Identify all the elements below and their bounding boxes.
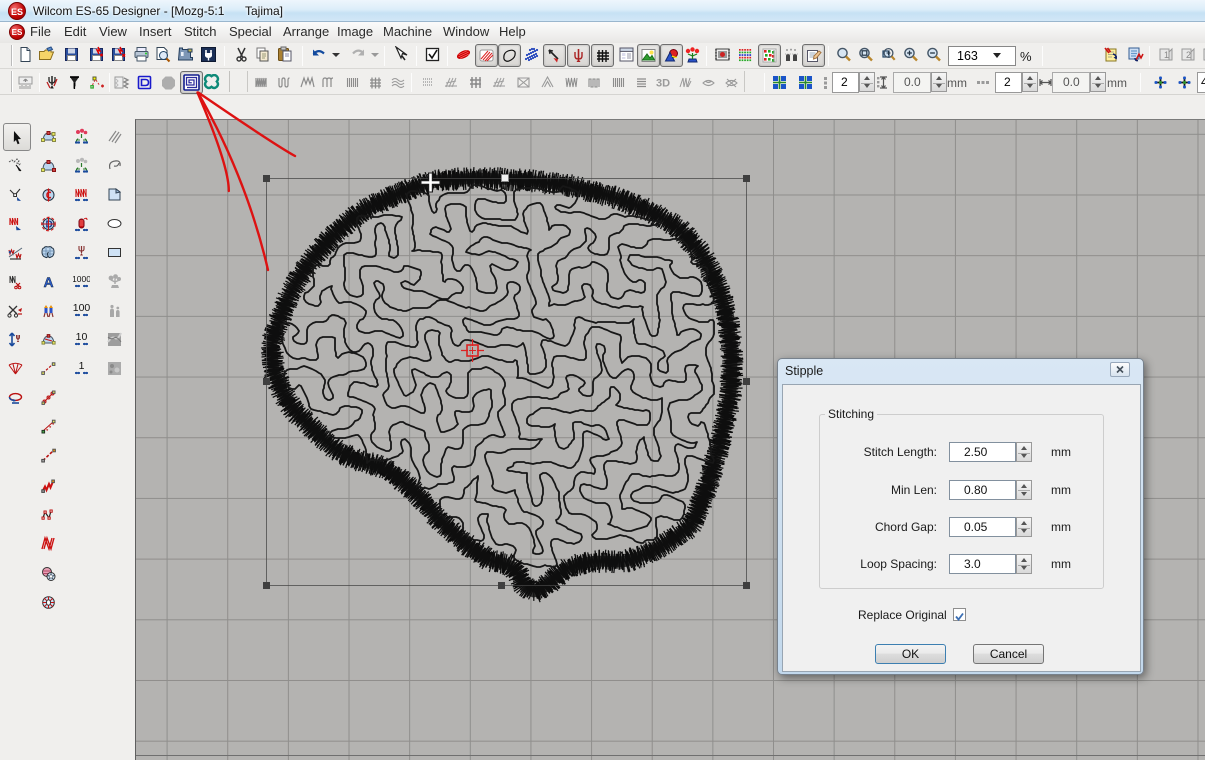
svg-text:D: D bbox=[46, 220, 53, 231]
svg-text:3D: 3D bbox=[656, 78, 670, 90]
svg-text:1: 1 bbox=[1164, 50, 1169, 60]
svg-text:2: 2 bbox=[1186, 50, 1191, 60]
svg-text:1000: 1000 bbox=[73, 274, 90, 284]
svg-text:A: A bbox=[44, 274, 54, 290]
svg-text:1: 1 bbox=[79, 360, 85, 372]
svg-text:10: 10 bbox=[76, 331, 88, 343]
svg-text:100: 100 bbox=[73, 302, 90, 314]
